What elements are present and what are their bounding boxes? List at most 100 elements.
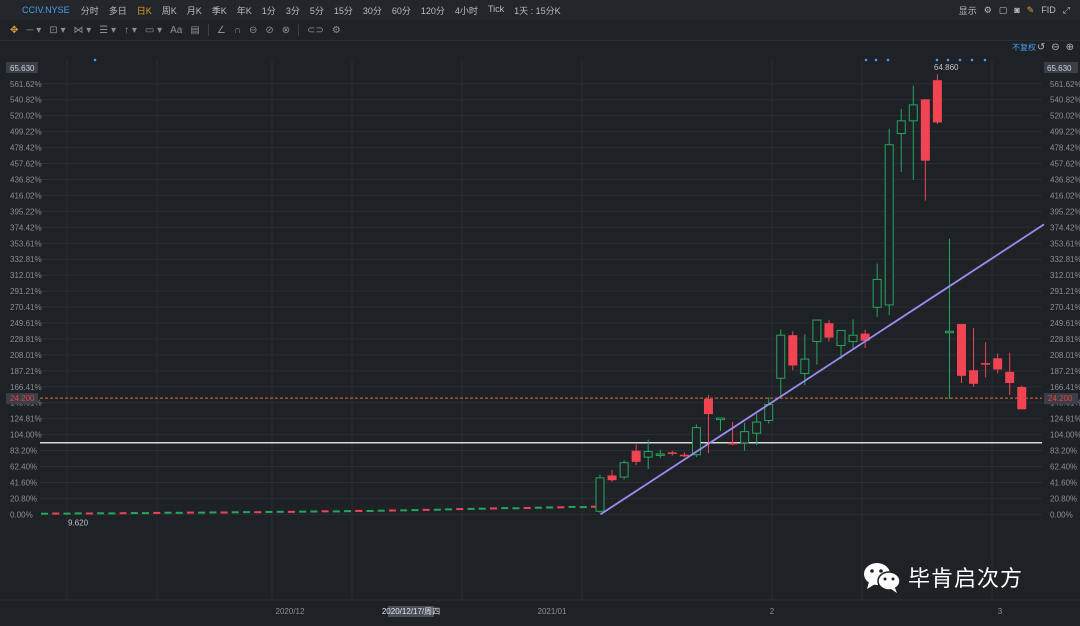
y-tick-right-23: 83.20% (1050, 447, 1077, 456)
lock-icon[interactable]: ⊖ (249, 25, 257, 36)
ruler-icon[interactable]: ∠ (217, 25, 226, 36)
display-button[interactable]: 显示 (959, 4, 977, 17)
fib-tool-icon[interactable]: ☰ ▾ (99, 25, 116, 36)
camera-icon[interactable]: ◙ (1014, 5, 1019, 15)
timeframe-9[interactable]: 5分 (305, 4, 329, 17)
candle-6 (667, 450, 677, 456)
candle-flat-28 (355, 509, 363, 512)
candle-flat-34 (422, 508, 430, 511)
timeframe-1[interactable]: 多日 (104, 4, 132, 17)
candle-body-20 (836, 329, 846, 347)
hide-icon[interactable]: ⊘ (265, 25, 273, 36)
candle-29 (944, 238, 954, 399)
candle-0 (595, 474, 605, 513)
y-tick-left-23: 83.20% (10, 447, 37, 456)
event-dot-5 (946, 58, 950, 62)
candle-flat-22 (287, 510, 295, 513)
y-tick-left-22: 104.00% (10, 431, 42, 440)
wechat-icon (862, 560, 902, 594)
timeframe-11[interactable]: 30分 (358, 4, 387, 17)
candle-body-32 (981, 363, 991, 365)
symbol-label[interactable]: CCIV.NYSE (0, 5, 76, 15)
timeframe-8[interactable]: 3分 (281, 4, 305, 17)
drawing-toolbar: ✥ ─ ▾ ⊡ ▾ ⋈ ▾ ☰ ▾ ↑ ▾ ▭ ▾ Aa ▤ ∠ ∩ ⊖ ⊘ ⊗… (0, 20, 1080, 41)
arrow-tool-icon[interactable]: ↑ ▾ (124, 25, 137, 36)
candle-body-34 (1005, 371, 1015, 384)
y-tick-left-8: 395.22% (10, 207, 42, 216)
candle-body-28 (932, 80, 942, 123)
y-tick-right-11: 332.81% (1050, 255, 1080, 264)
maximize-icon[interactable]: ⤢ (1063, 5, 1070, 16)
gear-icon[interactable]: ⚙ (984, 5, 992, 16)
note-tool-icon[interactable]: ▭ ▾ (145, 25, 162, 36)
candlestick-chart[interactable]: 561.62% 561.62% 540.82% 540.82% 520.02% 520.0… (0, 40, 1080, 626)
timeframe-7[interactable]: 1分 (257, 4, 281, 17)
y-tick-right-3: 499.22% (1050, 128, 1080, 137)
candle-body-0 (595, 477, 605, 512)
candle-body-35 (1017, 386, 1027, 410)
candle-12 (740, 422, 750, 451)
candle-23 (872, 263, 882, 317)
timeframe-15[interactable]: Tick (483, 4, 509, 17)
candle-28 (932, 74, 942, 125)
text-tool-icon[interactable]: Aa (170, 25, 182, 36)
crosshair-icon[interactable]: ✥ (10, 25, 18, 36)
candle-flat-14 (198, 511, 206, 514)
timeframe-6[interactable]: 年K (232, 4, 257, 17)
candle-34 (1005, 352, 1015, 395)
candle-flat-11 (164, 511, 172, 514)
y-tick-left-17: 208.01% (10, 351, 42, 360)
line-tool-icon[interactable]: ─ ▾ (26, 25, 41, 36)
candle-31 (969, 328, 979, 387)
polyline-tool-icon[interactable]: ⋈ ▾ (73, 25, 91, 36)
y-tick-right-2: 520.02% (1050, 112, 1080, 121)
timeframe-2[interactable]: 日K (132, 4, 157, 17)
y-tick-right-27: 0.00% (1050, 510, 1073, 519)
crop-tool-icon[interactable]: ⊡ ▾ (49, 25, 65, 36)
y-tick-right-12: 312.01% (1050, 271, 1080, 280)
delete-icon[interactable]: ⊗ (282, 25, 290, 36)
y-tick-left-27: 0.00% (10, 510, 33, 519)
link-icon[interactable]: ⊂⊃ (307, 25, 324, 36)
layout-icon[interactable]: ▢ (999, 5, 1008, 16)
candle-30 (957, 324, 966, 384)
top-toolbar: CCIV.NYSE 分时 多日 日K 周K 月K 季K 年K 1分 3分 5分 15分 30分 60分 1… (0, 0, 1080, 21)
range-selector[interactable]: 1天 : 15分K (509, 4, 566, 17)
timeframe-14[interactable]: 4小时 (450, 4, 483, 17)
candle-32 (981, 342, 991, 378)
timeframe-0[interactable]: 分时 (76, 4, 104, 17)
candle-27 (920, 99, 930, 201)
candle-flat-38 (467, 507, 475, 510)
timeframe-4[interactable]: 月K (182, 4, 207, 17)
timeframe-3[interactable]: 周K (157, 4, 182, 17)
candle-body-10 (716, 417, 725, 421)
candle-flat-47 (568, 505, 576, 508)
candle-flat-39 (478, 507, 486, 510)
y-tick-right-13: 291.21% (1050, 287, 1080, 296)
timeframe-10[interactable]: 15分 (329, 4, 358, 17)
candle-body-30 (957, 324, 966, 376)
top-price-label: 65.630 65.630 (6, 62, 1078, 73)
magnet-icon[interactable]: ∩ (234, 25, 241, 36)
candle-flat-41 (501, 507, 509, 510)
candle-body-3 (631, 450, 641, 462)
timeframe-5[interactable]: 季K (207, 4, 232, 17)
candle-body-33 (993, 358, 1003, 370)
event-dot-6 (958, 58, 962, 62)
candle-17 (800, 334, 810, 386)
y-tick-left-12: 312.01% (10, 271, 42, 280)
candle-flat-7 (119, 512, 127, 515)
timeframe-13[interactable]: 120分 (416, 4, 450, 17)
timeframe-12[interactable]: 60分 (387, 4, 416, 17)
y-tick-left-0: 561.62% (10, 80, 42, 89)
fid-button[interactable]: FID (1041, 5, 1056, 15)
comment-icon[interactable]: ▤ (190, 25, 199, 36)
pencil-icon[interactable]: ✎ (1027, 5, 1035, 16)
y-tick-left-6: 436.82% (10, 175, 42, 184)
candle-flat-46 (557, 506, 565, 509)
x-tick-4: 3 (998, 607, 1003, 616)
settings-icon[interactable]: ⚙ (332, 25, 341, 36)
candle-flat-20 (265, 510, 273, 513)
current-price-text-right: 24.200 (1048, 394, 1073, 403)
y-tick-left-7: 416.02% (10, 191, 42, 200)
